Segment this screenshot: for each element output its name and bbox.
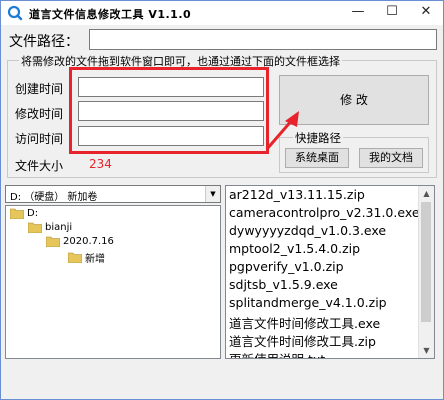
app-window: 道言文件信息修改工具 V1.1.0 — ☐ ✕ 文件路径： 将需修改的文件拖到软… [0, 0, 444, 400]
annotation-arrow-icon [265, 111, 299, 150]
scroll-up-icon[interactable]: ▲ [419, 186, 434, 201]
tree-item-date-folder[interactable]: 2020.7.16 [46, 236, 114, 247]
tree-item-label: 2020.7.16 [63, 236, 114, 247]
list-item[interactable]: splitandmerge_v4.1.0.zip [229, 295, 387, 310]
chevron-down-icon[interactable]: ▼ [205, 186, 220, 202]
maximize-button[interactable]: ☐ [375, 1, 409, 25]
close-button[interactable]: ✕ [409, 1, 443, 25]
list-item[interactable]: sdjtsb_v1.5.9.exe [229, 277, 338, 292]
scrollbar-thumb[interactable] [421, 202, 431, 322]
tree-item-bianji[interactable]: bianji [28, 222, 72, 233]
created-time-label: 创建时间 [15, 82, 64, 96]
file-path-input[interactable] [89, 29, 437, 50]
tree-item-drive[interactable]: D: [10, 208, 38, 219]
documents-shortcut-button[interactable]: 我的文档 [359, 148, 423, 168]
scroll-down-icon[interactable]: ▼ [419, 343, 434, 358]
list-item[interactable]: mptool2_v1.5.4.0.zip [229, 241, 360, 256]
file-size-label: 文件大小 [15, 159, 64, 173]
window-title: 道言文件信息修改工具 V1.1.0 [29, 8, 192, 21]
list-item[interactable]: 更新使用说明.txt [229, 349, 325, 358]
modified-time-label: 修改时间 [15, 107, 64, 121]
folder-open-icon [10, 208, 24, 219]
file-size-value: 234 [89, 157, 112, 171]
highlight-box [69, 67, 269, 154]
tree-item-label: bianji [45, 222, 73, 233]
app-logo-icon [7, 5, 23, 21]
folder-tree[interactable]: D: bianji 2020.7.16 新增 [5, 205, 221, 359]
folder-icon [68, 252, 82, 263]
list-item[interactable]: 道言文件时间修改工具.exe [229, 313, 380, 332]
tree-item-label: D: [27, 208, 39, 219]
drive-select-value: D: （硬盘） 新加卷 [10, 192, 98, 203]
minimize-button[interactable]: — [341, 1, 375, 25]
list-item[interactable]: cameracontrolpro_v2.31.0.exe [229, 205, 420, 220]
title-bar: 道言文件信息修改工具 V1.1.0 — ☐ ✕ [1, 1, 443, 25]
folder-open-icon [28, 222, 42, 233]
list-item[interactable]: pgpverify_v1.0.zip [229, 259, 344, 274]
file-list[interactable]: ar212d_v13.11.15.zip cameracontrolpro_v2… [225, 185, 435, 359]
list-item[interactable]: 道言文件时间修改工具.zip [229, 331, 376, 350]
list-item[interactable]: ar212d_v13.11.15.zip [229, 187, 365, 202]
folder-open-icon [46, 236, 60, 247]
status-area [5, 363, 437, 393]
tree-item-label: 新增 [85, 254, 105, 265]
tree-item-new[interactable]: 新增 [68, 250, 105, 265]
list-item[interactable]: dywyyyyzdqd_v1.0.3.exe [229, 223, 386, 238]
file-list-scrollbar[interactable]: ▲ ▼ [418, 186, 434, 358]
accessed-time-label: 访问时间 [15, 132, 64, 146]
drive-select[interactable]: D: （硬盘） 新加卷 ▼ [5, 185, 221, 203]
file-path-label: 文件路径： [9, 34, 79, 50]
